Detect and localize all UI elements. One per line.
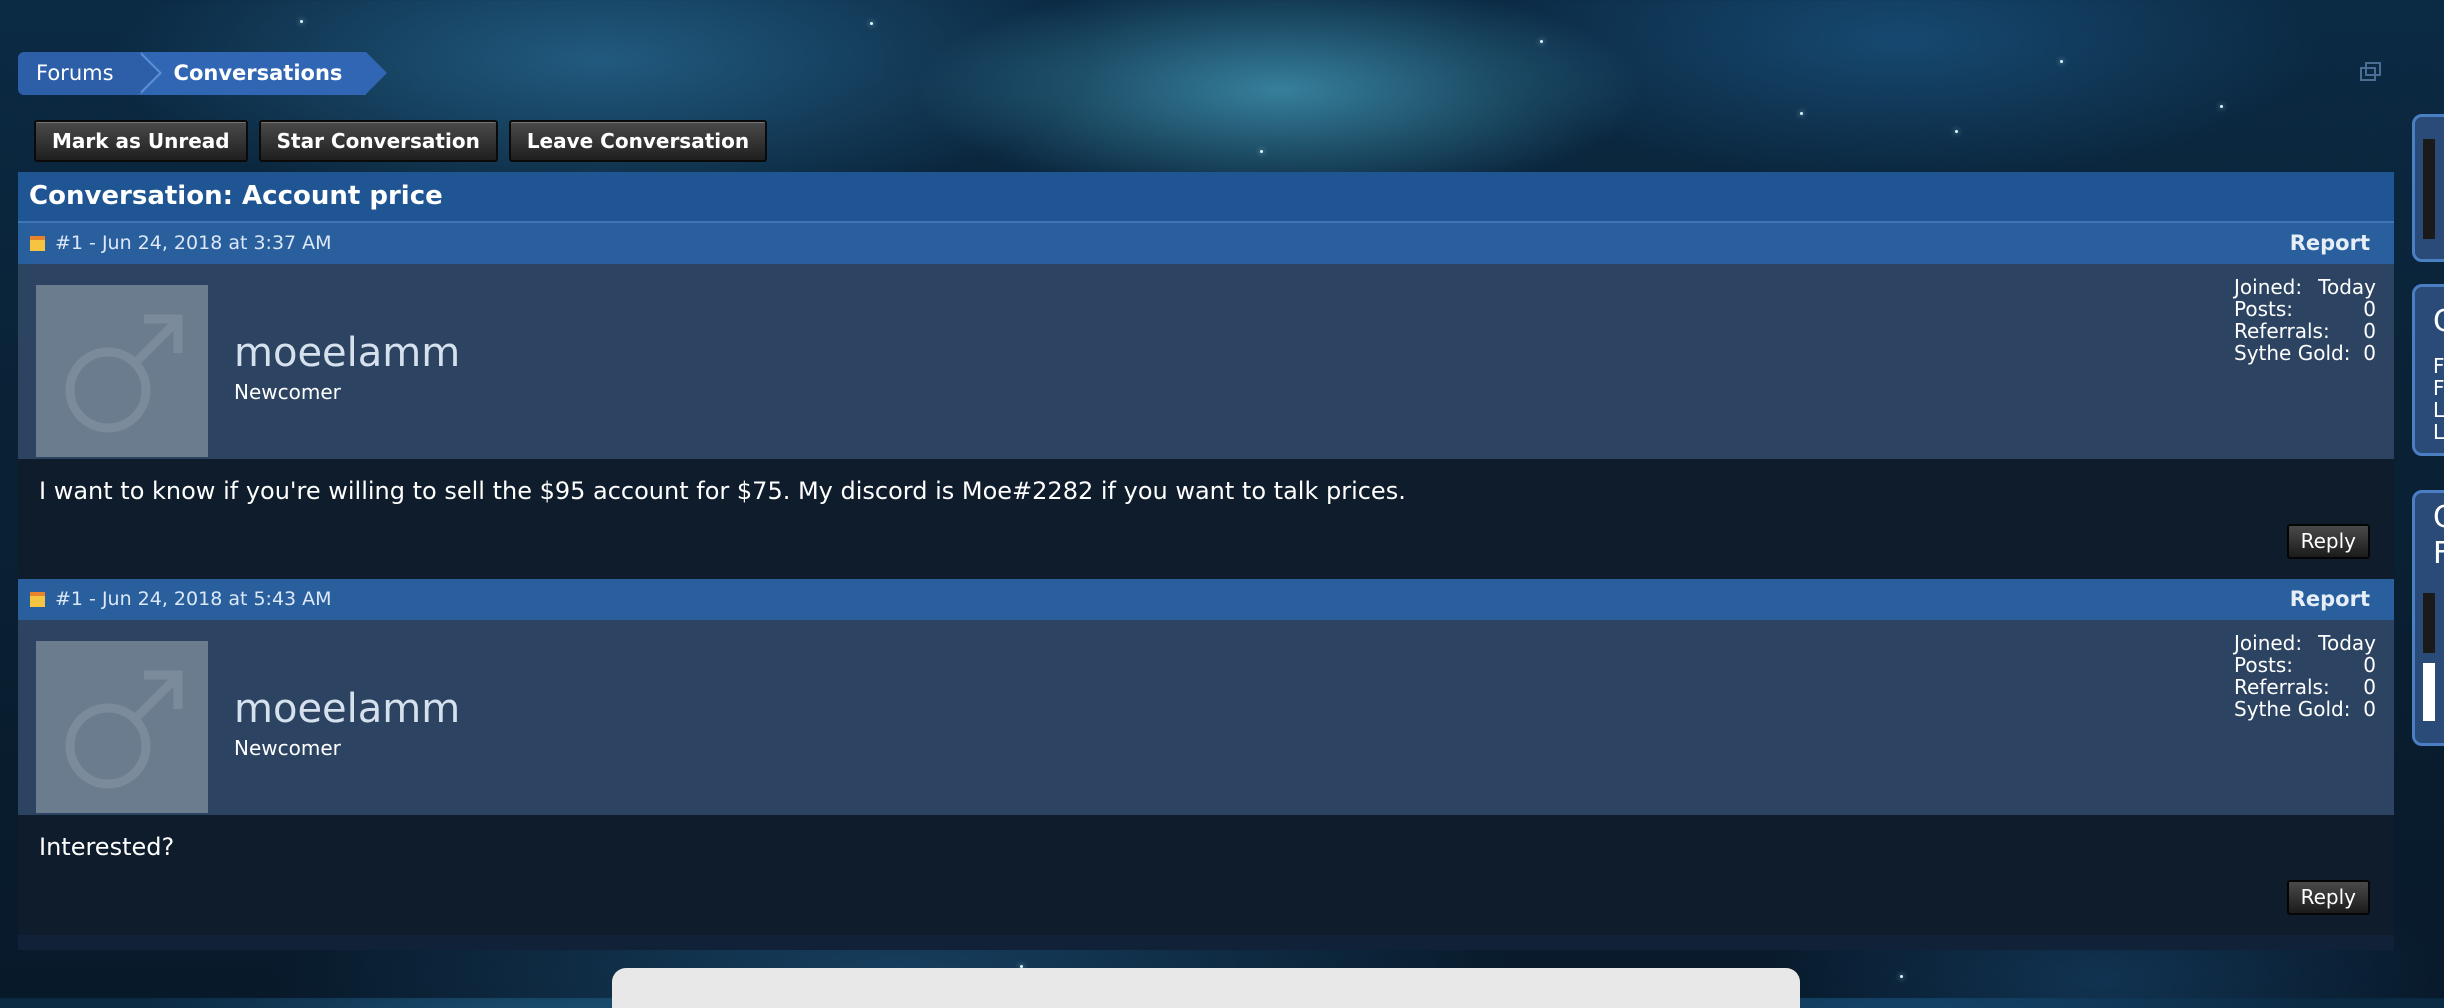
message-date: #1 - Jun 24, 2018 at 3:37 AM bbox=[55, 232, 332, 254]
male-icon bbox=[65, 670, 183, 789]
stat-referrals: 0 bbox=[2363, 319, 2376, 343]
popout-icon[interactable] bbox=[2360, 62, 2382, 82]
stat-referrals: 0 bbox=[2363, 675, 2376, 699]
breadcrumb-conversations[interactable]: Conversations bbox=[137, 52, 388, 95]
stat-label: Posts: bbox=[2234, 297, 2294, 321]
mark-unread-button[interactable]: Mark as Unread bbox=[34, 120, 248, 162]
stat-label: Sythe Gold: bbox=[2234, 697, 2351, 721]
sidebar-widget: C F bbox=[2412, 490, 2444, 746]
message-date: #1 - Jun 24, 2018 at 5:43 AM bbox=[55, 588, 332, 610]
sidebar-thumbnail bbox=[2423, 663, 2435, 721]
breadcrumb: Forums Conversations bbox=[18, 52, 388, 95]
message: #1 - Jun 24, 2018 at 5:43 AM Report moee… bbox=[18, 579, 2394, 935]
stat-gold: 0 bbox=[2363, 697, 2376, 721]
user-rank: Newcomer bbox=[234, 736, 341, 760]
message-header: #1 - Jun 24, 2018 at 3:37 AM Report bbox=[18, 223, 2394, 264]
male-icon bbox=[65, 314, 183, 433]
message-body: I want to know if you're willing to sell… bbox=[18, 459, 2394, 579]
message-user-info: moeelamm Newcomer Joined: Today Posts: 0 R… bbox=[18, 620, 2394, 815]
message-icon bbox=[30, 592, 45, 607]
stat-gold: 0 bbox=[2363, 341, 2376, 365]
reply-button[interactable]: Reply bbox=[2286, 880, 2370, 915]
username[interactable]: moeelamm bbox=[234, 686, 460, 732]
sidebar-text: F bbox=[2433, 536, 2444, 571]
user-stats: Joined: Today Posts: 0 Referrals: 0 Sythe G… bbox=[2234, 632, 2376, 720]
message-body: Interested? Reply bbox=[18, 815, 2394, 935]
conversation-title: Conversation: Account price bbox=[18, 172, 2394, 223]
stat-joined: Today bbox=[2318, 275, 2376, 299]
conversation-actions: Mark as Unread Star Conversation Leave C… bbox=[34, 120, 768, 162]
stat-label: Sythe Gold: bbox=[2234, 341, 2351, 365]
message-text: Interested? bbox=[39, 833, 175, 861]
sidebar-text: L bbox=[2433, 398, 2444, 422]
message-icon bbox=[30, 236, 45, 251]
sidebar-text: C bbox=[2433, 500, 2444, 535]
avatar[interactable] bbox=[36, 641, 208, 813]
report-link[interactable]: Report bbox=[2290, 223, 2370, 264]
sidebar-widget: C F F L L bbox=[2412, 284, 2444, 456]
message: #1 - Jun 24, 2018 at 3:37 AM Report moee… bbox=[18, 223, 2394, 579]
bottom-toolbar[interactable] bbox=[612, 968, 1800, 1008]
message-text: I want to know if you're willing to sell… bbox=[39, 477, 1406, 505]
message-header: #1 - Jun 24, 2018 at 5:43 AM Report bbox=[18, 579, 2394, 620]
stat-label: Joined: bbox=[2234, 631, 2303, 655]
sidebar-thumbnail bbox=[2423, 593, 2435, 653]
reply-button[interactable]: Reply bbox=[2286, 524, 2370, 559]
stat-posts: 0 bbox=[2363, 653, 2376, 677]
sidebar-text: F bbox=[2433, 376, 2444, 400]
conversation-panel: Conversation: Account price #1 - Jun 24,… bbox=[18, 172, 2394, 950]
report-link[interactable]: Report bbox=[2290, 579, 2370, 620]
star-conversation-button[interactable]: Star Conversation bbox=[258, 120, 498, 162]
user-stats: Joined: Today Posts: 0 Referrals: 0 Sythe G… bbox=[2234, 276, 2376, 364]
sidebar-text: L bbox=[2433, 420, 2444, 444]
sidebar-text: C bbox=[2433, 304, 2444, 339]
stat-joined: Today bbox=[2318, 631, 2376, 655]
sidebar-widget bbox=[2412, 114, 2444, 262]
stat-posts: 0 bbox=[2363, 297, 2376, 321]
username[interactable]: moeelamm bbox=[234, 330, 460, 376]
user-rank: Newcomer bbox=[234, 380, 341, 404]
sidebar-text: F bbox=[2433, 354, 2444, 378]
message-user-info: moeelamm Newcomer Joined: Today Posts: 0 R… bbox=[18, 264, 2394, 459]
stat-label: Referrals: bbox=[2234, 675, 2330, 699]
breadcrumb-forums[interactable]: Forums bbox=[18, 52, 161, 95]
stat-label: Posts: bbox=[2234, 653, 2294, 677]
stat-label: Referrals: bbox=[2234, 319, 2330, 343]
sidebar-thumbnail bbox=[2423, 139, 2435, 239]
stat-label: Joined: bbox=[2234, 275, 2303, 299]
avatar[interactable] bbox=[36, 285, 208, 457]
leave-conversation-button[interactable]: Leave Conversation bbox=[508, 120, 768, 162]
